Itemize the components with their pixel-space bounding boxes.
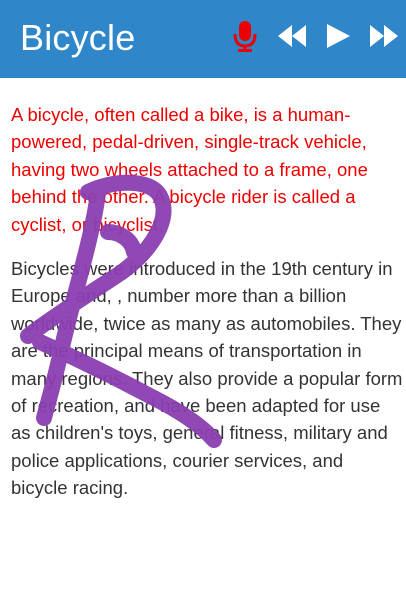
- play-button[interactable]: [324, 22, 352, 50]
- fast-forward-icon: [370, 25, 398, 47]
- next-button[interactable]: [368, 22, 400, 50]
- play-icon: [327, 24, 350, 48]
- article-body-paragraph: Bicycles were introduced in the 19th cen…: [11, 258, 403, 499]
- app-header: Bicycle: [0, 0, 406, 78]
- microphone-icon: [233, 21, 257, 52]
- article-content: A bicycle, often called a bike, is a hum…: [11, 101, 403, 502]
- page-title: Bicycle: [20, 17, 136, 58]
- article-intro-paragraph: A bicycle, often called a bike, is a hum…: [11, 104, 368, 235]
- previous-button[interactable]: [276, 22, 308, 50]
- rewind-icon: [278, 25, 306, 47]
- microphone-button[interactable]: [230, 20, 260, 52]
